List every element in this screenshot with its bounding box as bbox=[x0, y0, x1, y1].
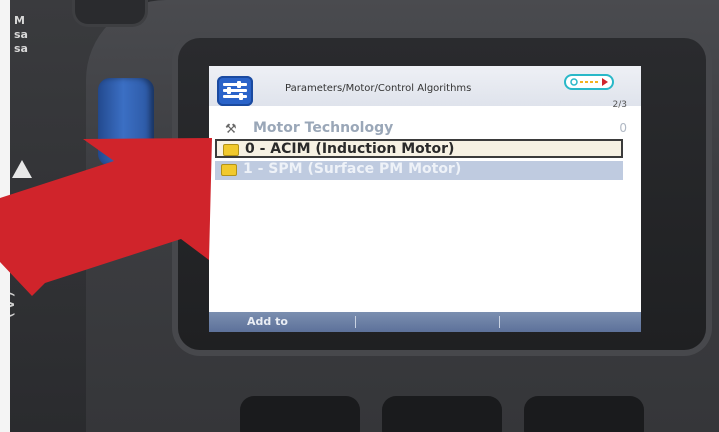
option-label: 0 - ACIM (Induction Motor) bbox=[245, 141, 455, 157]
keypad-button[interactable] bbox=[524, 396, 644, 432]
printed-side-text: (A) bbox=[10, 290, 18, 320]
keypad-display: Parameters/Motor/Control Algorithms 2/3 … bbox=[209, 66, 641, 332]
printed-text-line: sa bbox=[14, 28, 28, 41]
option-label: 1 - SPM (Surface PM Motor) bbox=[243, 161, 462, 177]
softkey-divider bbox=[355, 316, 356, 328]
page-indicator: 2/3 bbox=[612, 100, 627, 110]
breadcrumb: Parameters/Motor/Control Algorithms bbox=[285, 83, 472, 94]
printed-text-line: M bbox=[14, 14, 25, 27]
softkey-divider bbox=[499, 316, 500, 328]
menu-sliders-icon[interactable] bbox=[217, 76, 253, 106]
option-spm[interactable]: 1 - SPM (Surface PM Motor) bbox=[215, 161, 623, 180]
tools-icon: ⚒ bbox=[225, 122, 237, 137]
keypad-top-notch bbox=[72, 0, 148, 27]
blue-function-key[interactable] bbox=[98, 78, 154, 166]
keypad-button[interactable] bbox=[382, 396, 502, 432]
section-value: 0 bbox=[619, 121, 627, 135]
keypad-button[interactable] bbox=[240, 396, 360, 432]
dark-function-key[interactable] bbox=[102, 176, 144, 234]
parameter-section: ⚒ Motor Technology 0 bbox=[209, 118, 641, 138]
softkey-left[interactable]: Add to bbox=[247, 315, 288, 328]
softkey-bar: Add to bbox=[209, 312, 641, 332]
printed-text-line: sa bbox=[14, 42, 28, 55]
option-acim[interactable]: 0 - ACIM (Induction Motor) bbox=[215, 139, 623, 158]
section-title: Motor Technology bbox=[253, 120, 394, 136]
warning-triangle-icon bbox=[12, 160, 32, 178]
display-header: Parameters/Motor/Control Algorithms 2/3 bbox=[209, 66, 641, 110]
connection-status-icon bbox=[564, 74, 614, 90]
folder-icon bbox=[223, 144, 239, 156]
folder-icon bbox=[221, 164, 237, 176]
